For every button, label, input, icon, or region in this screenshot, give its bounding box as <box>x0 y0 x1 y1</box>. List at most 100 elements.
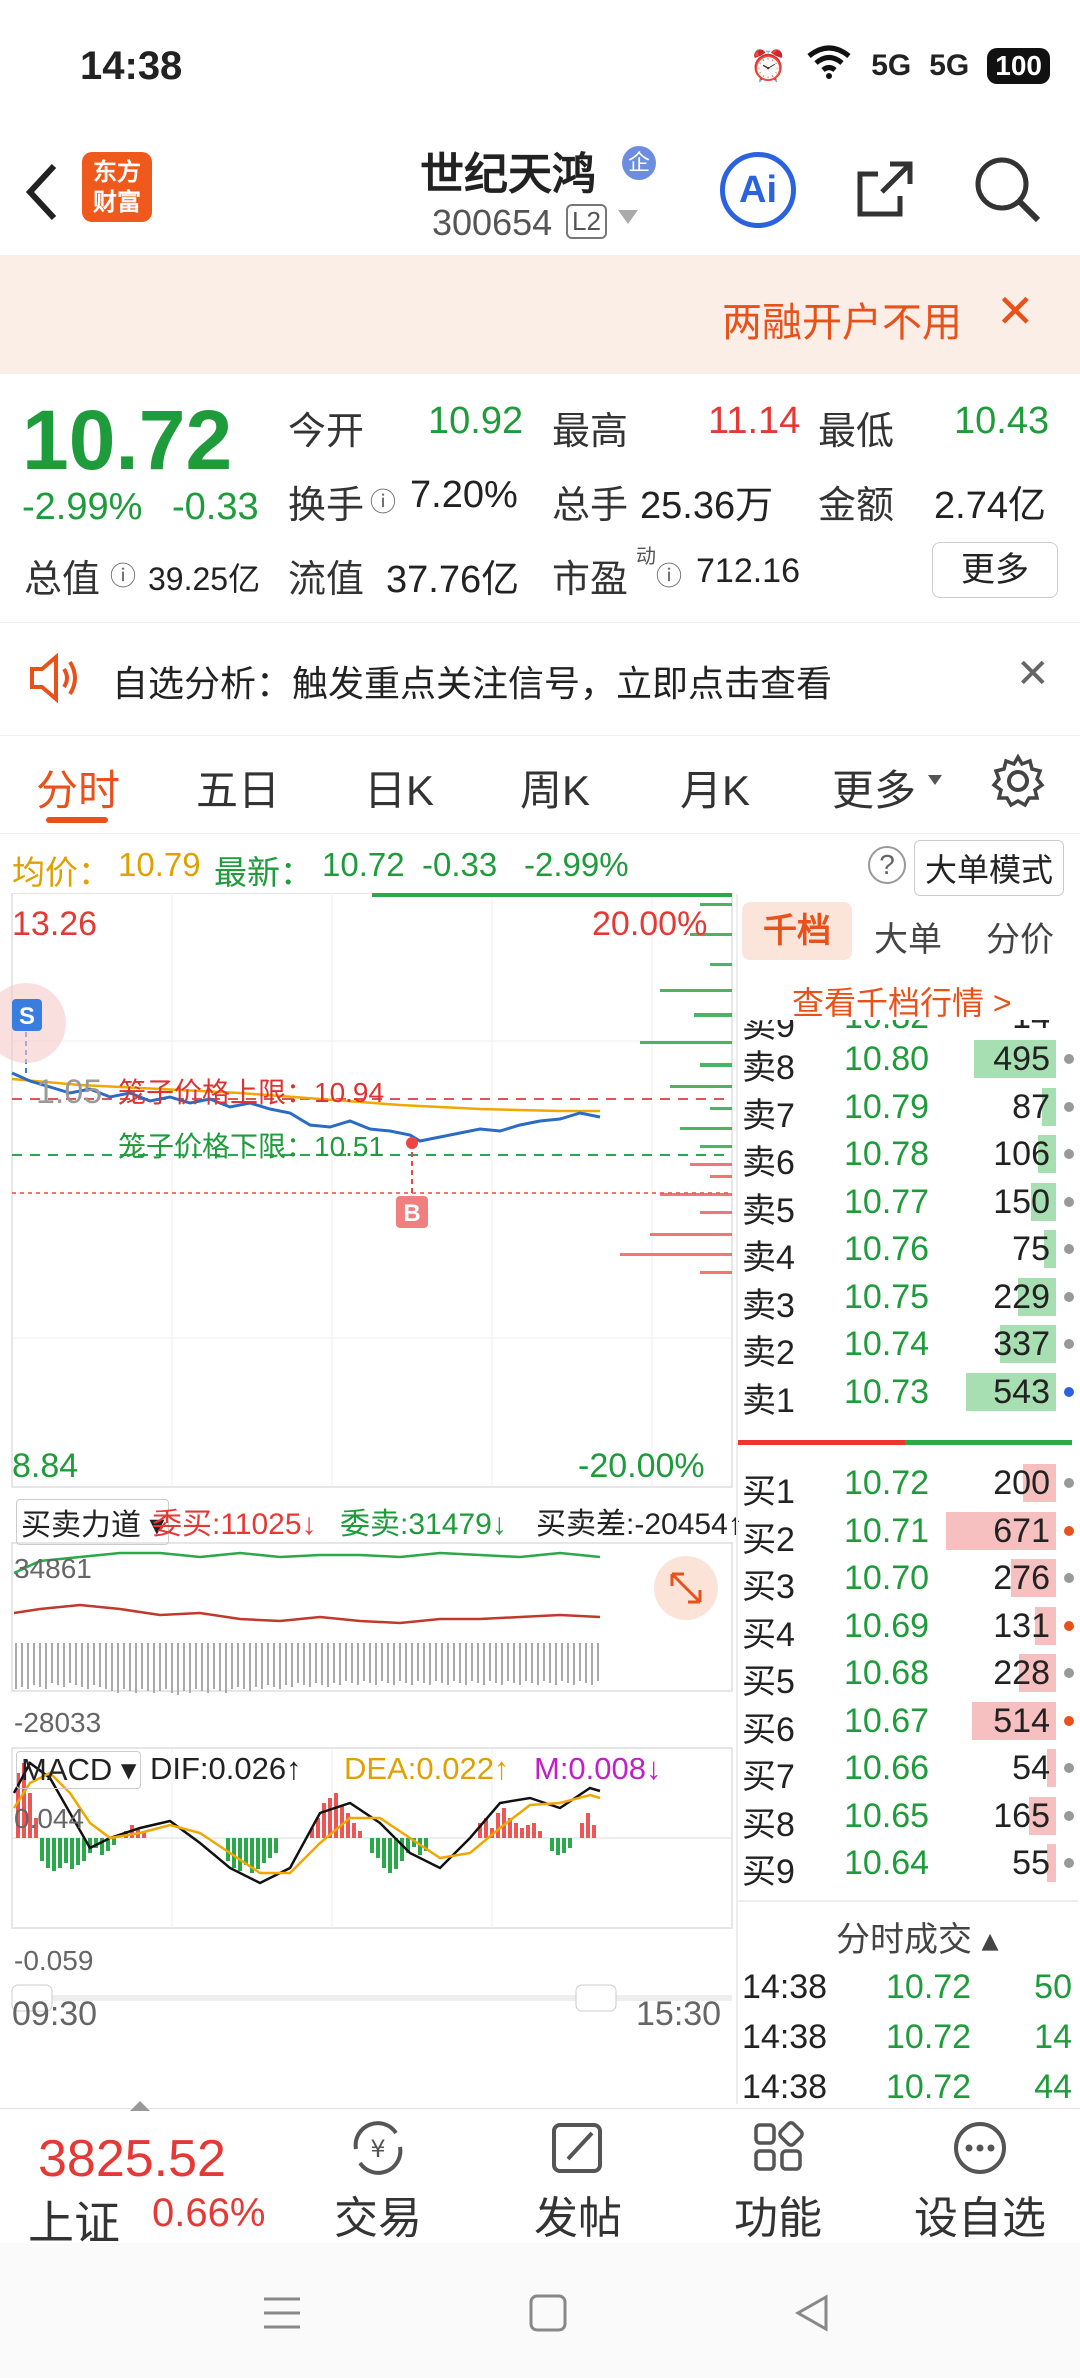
view-depth-link[interactable]: 查看千档行情 > <box>792 978 1012 1024</box>
avg-value: 10.79 <box>118 846 201 883</box>
orderbook-row-sell[interactable]: 卖6 10.78 106 <box>738 1131 1080 1182</box>
search-button[interactable] <box>970 152 1046 233</box>
orderbook-row-buy[interactable]: 买4 10.69 131 <box>738 1603 1080 1654</box>
trade-price: 10.72 <box>886 2068 972 2102</box>
row-label: 买1 <box>742 1473 795 1511</box>
orderbook-row-sell[interactable]: 卖4 10.76 75 <box>738 1226 1080 1277</box>
tab-intraday[interactable]: 分时 <box>36 757 120 818</box>
orderbook-row-buy[interactable]: 买3 10.70 276 <box>738 1555 1080 1606</box>
info-icon[interactable]: ⓘ <box>370 482 396 519</box>
orderbook-row-buy[interactable]: 买6 10.67 514 <box>738 1698 1080 1749</box>
tab-depth[interactable]: 千档 <box>742 902 852 960</box>
orderbook-row-sell[interactable]: 卖3 10.75 229 <box>738 1274 1080 1325</box>
status-icons: ⏰ 5G 5G 100 <box>750 44 1050 88</box>
range-handle-right[interactable] <box>575 1984 617 2012</box>
tab-price-dist[interactable]: 分价 <box>986 912 1054 961</box>
system-nav-bar <box>0 2243 1080 2378</box>
signal-icon-1: 5G <box>871 49 912 82</box>
orderbook-row-buy[interactable]: 买1 10.72 200 <box>738 1460 1080 1511</box>
post-button[interactable]: 发帖 <box>518 2119 638 2246</box>
row-label: 卖3 <box>742 1286 795 1325</box>
row-volume: 106 <box>993 1135 1050 1173</box>
tab-weekly-k[interactable]: 周K <box>520 757 590 818</box>
row-price: 10.66 <box>844 1749 930 1787</box>
force-indicator-select[interactable]: 买卖力道 ▾ <box>16 1499 170 1545</box>
macd-bottom-value: -0.059 <box>14 1945 94 1976</box>
price-info-line: 均价： 10.79 最新： 10.72 -0.33 -2.99% ? 大单模式 <box>0 836 1080 896</box>
home-nav-button[interactable] <box>528 2293 568 2338</box>
macd-indicator-select[interactable]: MACD ▾ <box>16 1751 142 1789</box>
latest-value: 10.72 <box>322 846 405 883</box>
search-icon <box>975 157 1041 223</box>
row-label: 卖8 <box>742 1049 795 1087</box>
row-price: 10.75 <box>844 1277 930 1316</box>
alert-text: 自选分析：触发重点关注信号，立即点击查看 <box>112 663 833 704</box>
back-nav-button[interactable] <box>792 2293 832 2338</box>
alarm-icon: ⏰ <box>749 49 788 83</box>
buy-marker[interactable]: B <box>403 1200 420 1227</box>
orderbook-row-buy[interactable]: 买5 10.68 228 <box>738 1650 1080 1701</box>
watchlist-alert[interactable]: 自选分析：触发重点关注信号，立即点击查看 ✕ <box>0 622 1080 736</box>
dropdown-arrow-icon[interactable] <box>618 210 638 224</box>
dot-indicator <box>1064 1810 1074 1821</box>
row-label: 卖4 <box>742 1239 795 1277</box>
big-order-mode-button[interactable]: 大单模式 <box>914 840 1065 896</box>
sell-marker[interactable]: S <box>19 1003 35 1030</box>
dot-indicator <box>1064 1478 1074 1488</box>
more-button[interactable]: 更多 <box>932 542 1058 598</box>
ai-button[interactable]: Ai <box>720 152 796 228</box>
home-square-icon <box>529 2294 567 2332</box>
app-logo[interactable]: 东方 财富 <box>82 152 152 222</box>
orderbook-row-buy[interactable]: 买8 10.65 165 <box>738 1793 1080 1844</box>
enterprise-badge: 企 <box>622 146 656 180</box>
dot-indicator <box>1064 1620 1074 1631</box>
close-icon[interactable]: ✕ <box>1016 651 1050 697</box>
trade-label: 交易 <box>334 2194 422 2243</box>
quote-panel: 10.72 -2.99% -0.33 总值 ⓘ 39.25亿 今开 10.92 … <box>0 374 1080 622</box>
help-icon[interactable]: ? <box>868 846 906 884</box>
tab-daily-k[interactable]: 日K <box>364 757 434 818</box>
trade-button[interactable]: ¥ 交易 <box>318 2119 438 2246</box>
orderbook-list: 卖9 10.82 14 卖810.80495卖710.7987卖610.7810… <box>738 1020 1080 2102</box>
orderbook-row-buy[interactable]: 买7 10.66 54 <box>738 1745 1080 1796</box>
dot-indicator <box>1064 1858 1074 1868</box>
tab-monthly-k[interactable]: 月K <box>680 757 750 818</box>
tab-more[interactable]: 更多 <box>832 757 916 818</box>
function-button[interactable]: 功能 <box>718 2119 838 2246</box>
tab-big-orders[interactable]: 大单 <box>874 912 942 961</box>
dot-indicator <box>1064 1244 1074 1254</box>
orderbook-row-sell[interactable]: 卖5 10.77 150 <box>738 1179 1080 1230</box>
orderbook-row-buy[interactable]: 买9 10.64 55 <box>738 1840 1080 1891</box>
low-value: 10.43 <box>954 400 1050 442</box>
dot-indicator <box>1064 1291 1074 1302</box>
menu-icon <box>264 2297 300 2329</box>
menu-nav-button[interactable] <box>262 2295 302 2336</box>
share-icon <box>857 161 913 217</box>
orderbook-row-sell[interactable]: 卖2 10.74 337 <box>738 1321 1080 1372</box>
caret-up-icon <box>130 2101 150 2111</box>
back-button[interactable] <box>22 160 62 229</box>
row-price: 10.71 <box>844 1511 930 1550</box>
promo-banner[interactable]: 两融开户不用 ✕ <box>0 256 1080 374</box>
orderbook-row-sell[interactable]: 卖7 10.79 87 <box>738 1084 1080 1135</box>
info-icon[interactable]: ⓘ <box>110 556 136 593</box>
divider <box>738 1900 1078 1902</box>
trade-time: 14:38 <box>742 2018 828 2056</box>
share-button[interactable] <box>850 154 920 229</box>
force-bars <box>15 1643 599 1695</box>
add-watchlist-button[interactable]: 设自选 <box>900 2119 1060 2246</box>
close-icon[interactable]: ✕ <box>996 284 1035 338</box>
row-label: 卖5 <box>742 1191 795 1230</box>
orderbook-row-sell[interactable]: 卖1 10.73 543 <box>738 1369 1080 1420</box>
index-ticker[interactable]: 3825.52 上证 0.66% <box>0 2101 300 2249</box>
orderbook-row-buy[interactable]: 买2 10.71 671 <box>738 1508 1080 1559</box>
trade-price: 10.72 <box>886 1968 972 2006</box>
settings-button[interactable] <box>990 753 1046 814</box>
dot-indicator <box>1064 1196 1074 1207</box>
trade-row: 14:38 10.72 44 <box>738 2064 1080 2102</box>
orderbook-row-sell[interactable]: 卖8 10.80 495 <box>738 1036 1080 1087</box>
trades-title[interactable]: 分时成交 ▴ <box>836 1912 999 1961</box>
dot-indicator <box>1064 1386 1074 1397</box>
tab-five-day[interactable]: 五日 <box>196 757 280 818</box>
info-icon[interactable]: ⓘ <box>656 556 682 593</box>
